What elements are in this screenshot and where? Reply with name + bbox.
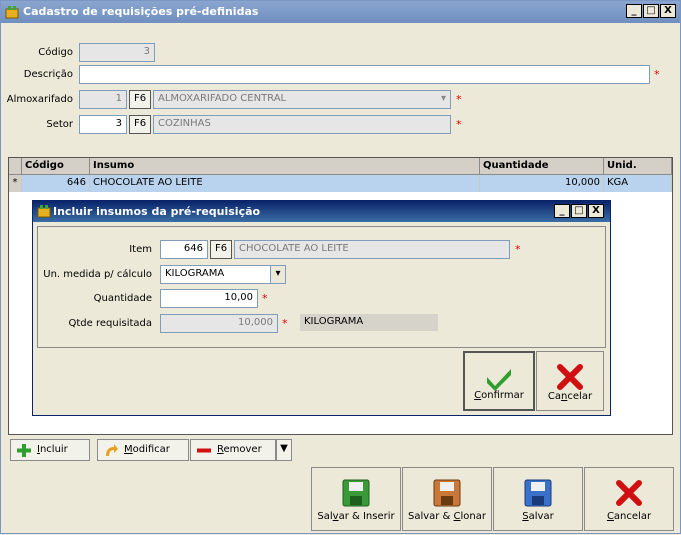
confirmar-button[interactable]: Confirmar: [463, 351, 535, 411]
close-button[interactable]: X: [660, 4, 676, 18]
confirmar-label: Confirmar: [474, 390, 524, 401]
cell-unid[interactable]: KGA: [604, 175, 672, 192]
descricao-label: Descrição: [23, 69, 73, 80]
save-icon: [524, 479, 552, 507]
almox-code-field[interactable]: 1: [79, 90, 127, 109]
toolbar-more-dropdown[interactable]: ▼: [276, 439, 292, 461]
salvar-inserir-label: Salvar & Inserir: [317, 511, 395, 522]
setor-name-field: COZINHAS: [153, 115, 451, 134]
plus-icon: [17, 444, 31, 457]
incluir-button[interactable]: Incluir: [10, 439, 90, 461]
incluir-insumos-dialog: Incluir insumos da pré-requisição _ □ X …: [32, 200, 611, 416]
almox-f6-button[interactable]: F6: [129, 90, 151, 109]
save-icon: [433, 479, 461, 507]
window-title: Cadastro de requisições pré-definidas: [23, 5, 259, 18]
chevron-down-icon: ▾: [440, 93, 446, 104]
quantidade-label: Quantidade: [93, 293, 152, 304]
dialog-panel: Item 646 F6 CHOCOLATE AO LEITE * Un. med…: [37, 226, 606, 348]
remover-button[interactable]: Remover: [190, 439, 276, 461]
unmed-value: KILOGRAMA: [165, 268, 225, 279]
dialog-minimize-button[interactable]: _: [554, 204, 570, 218]
unmed-select[interactable]: KILOGRAMA ▾: [160, 265, 286, 284]
cell-quantidade[interactable]: 10,000: [480, 175, 604, 192]
title-bar: Cadastro de requisições pré-definidas _ …: [1, 1, 680, 23]
setor-f6-button[interactable]: F6: [129, 115, 151, 134]
unmed-label: Un. medida p/ cálculo: [43, 269, 152, 280]
item-code-field[interactable]: 646: [160, 240, 208, 259]
codigo-field[interactable]: 3: [79, 43, 155, 62]
minus-icon: [197, 448, 211, 453]
salvar-button[interactable]: Salvar: [493, 467, 583, 531]
incluir-label: Incluir: [37, 444, 68, 455]
qtde-req-field: 10,000: [160, 314, 278, 333]
codigo-label: Código: [38, 47, 73, 58]
almox-name-value: ALMOXARIFADO CENTRAL: [158, 93, 287, 104]
item-name-field: CHOCOLATE AO LEITE: [234, 240, 510, 259]
qtde-req-unit: KILOGRAMA: [300, 314, 438, 331]
chevron-down-icon: ▼: [280, 443, 288, 454]
x-icon: [557, 364, 583, 390]
descricao-field[interactable]: [79, 65, 650, 84]
remover-label: Remover: [217, 444, 262, 455]
minimize-button[interactable]: _: [626, 4, 642, 18]
required-mark: *: [282, 317, 288, 330]
x-icon: [616, 480, 642, 506]
modificar-button[interactable]: Modificar: [97, 439, 189, 461]
edit-arrow-icon: [106, 444, 118, 456]
dialog-title: Incluir insumos da pré-requisição: [53, 205, 261, 218]
app-icon: [37, 205, 51, 218]
maximize-button[interactable]: □: [643, 4, 659, 18]
chevron-down-icon[interactable]: ▾: [270, 266, 285, 283]
modificar-label: Modificar: [124, 444, 170, 455]
cancelar-button[interactable]: Cancelar: [584, 467, 674, 531]
dialog-close-button[interactable]: X: [588, 204, 604, 218]
dialog-cancelar-button[interactable]: Cancelar: [536, 351, 604, 411]
setor-label: Setor: [46, 119, 73, 130]
salvar-inserir-button[interactable]: Salvar & Inserir: [311, 467, 401, 531]
item-label: Item: [129, 244, 152, 255]
cell-codigo[interactable]: 646: [22, 175, 90, 192]
setor-code-field[interactable]: 3: [79, 115, 127, 134]
app-icon: [5, 6, 19, 19]
grid-corner: [9, 158, 22, 175]
required-mark: *: [515, 243, 521, 256]
bottom-actions: Salvar & Inserir Salvar & Clonar Salvar …: [1, 465, 681, 535]
grid-toolbar: Incluir Modificar Remover ▼: [8, 437, 673, 463]
required-mark: *: [654, 68, 660, 81]
cancelar-label: Cancelar: [606, 511, 652, 522]
grid-header-unid[interactable]: Unid.: [604, 158, 672, 175]
item-f6-button[interactable]: F6: [210, 240, 232, 259]
dialog-title-bar: Incluir insumos da pré-requisição _ □ X: [33, 201, 610, 222]
dialog-cancelar-label: Cancelar: [547, 391, 593, 402]
required-mark: *: [456, 93, 462, 106]
required-mark: *: [262, 292, 268, 305]
save-icon: [342, 479, 370, 507]
qtde-req-label: Qtde requisitada: [68, 318, 153, 329]
grid-header-insumo[interactable]: Insumo: [90, 158, 480, 175]
main-window: Cadastro de requisições pré-definidas _ …: [0, 0, 681, 534]
row-indicator: *: [9, 175, 22, 192]
required-mark: *: [456, 118, 462, 131]
almox-name-select[interactable]: ALMOXARIFADO CENTRAL ▾: [153, 90, 451, 109]
salvar-label: Salvar: [522, 511, 554, 522]
dialog-maximize-button[interactable]: □: [571, 204, 587, 218]
almox-label: Almoxarifado: [6, 94, 73, 105]
cell-insumo[interactable]: CHOCOLATE AO LEITE: [90, 175, 480, 192]
salvar-clonar-button[interactable]: Salvar & Clonar: [402, 467, 492, 531]
grid-header-quantidade[interactable]: Quantidade: [480, 158, 604, 175]
quantidade-field[interactable]: 10,00: [160, 289, 258, 308]
grid-header-codigo[interactable]: Código: [22, 158, 90, 175]
check-icon: [487, 369, 511, 391]
salvar-clonar-label: Salvar & Clonar: [407, 511, 487, 522]
